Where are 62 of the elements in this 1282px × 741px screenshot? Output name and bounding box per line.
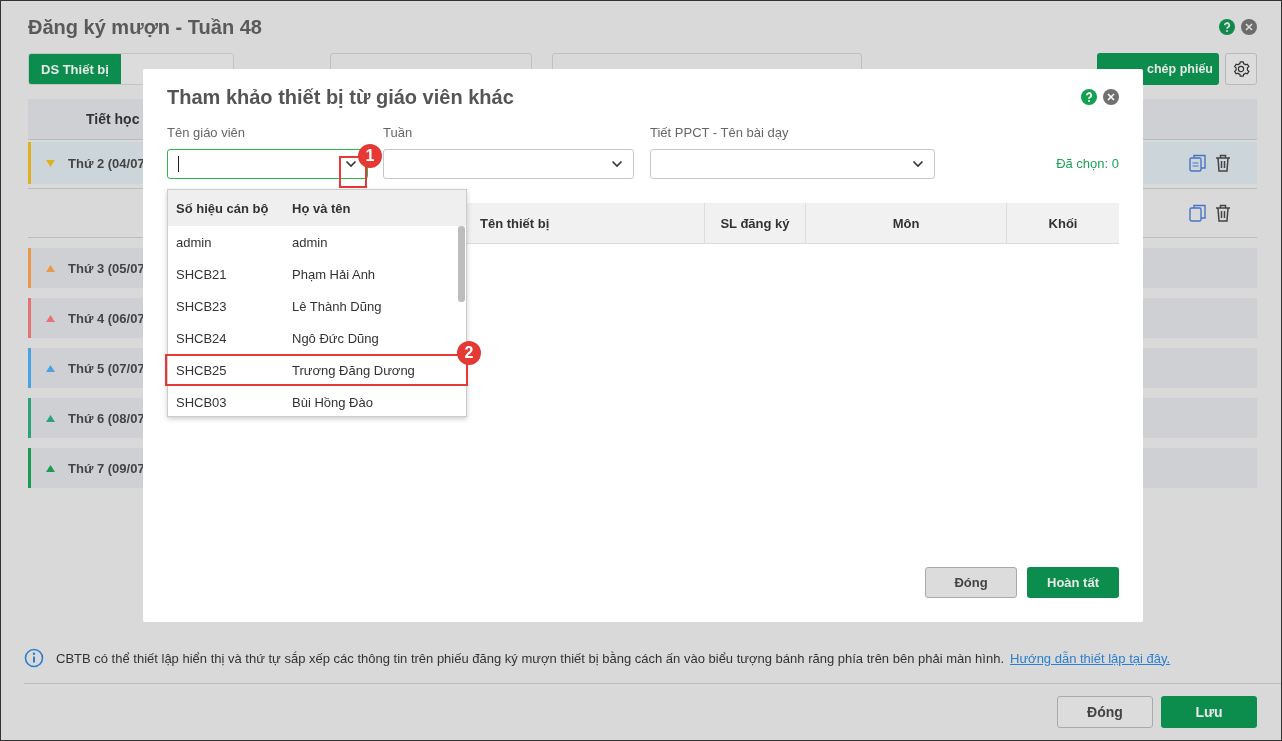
column-header: Khối xyxy=(1047,214,1079,233)
day-label: Thứ 4 (06/07 xyxy=(68,310,145,326)
trash-icon[interactable] xyxy=(1215,154,1231,172)
day-label: Thứ 3 (05/07 xyxy=(68,260,145,276)
list-item[interactable]: SHCB03 Bùi Hồng Đào xyxy=(168,386,466,418)
gear-icon xyxy=(1232,60,1250,78)
help-icon[interactable] xyxy=(1219,19,1235,35)
dialog-title: Tham khảo thiết bị từ giáo viên khác xyxy=(167,85,515,109)
selected-count: Đã chọn: 0 xyxy=(1056,155,1119,173)
select-field[interactable] xyxy=(650,149,935,179)
staff-name: Ngô Đức Dũng xyxy=(292,330,379,346)
day-label: Thứ 2 (04/07 xyxy=(68,155,145,171)
expand-icon[interactable] xyxy=(46,364,55,372)
column-header: Môn xyxy=(806,203,1007,243)
field-label: Tiết PPCT - Tên bài dạy xyxy=(650,125,790,140)
staff-name: Trương Đăng Dương xyxy=(292,362,415,378)
chevron-down-icon xyxy=(611,160,623,168)
day-label: Thứ 5 (07/07 xyxy=(68,360,145,376)
staff-name: Lê Thành Dũng xyxy=(292,298,382,314)
scrollbar[interactable] xyxy=(458,226,465,302)
select-field[interactable] xyxy=(383,149,634,179)
info-icon xyxy=(24,648,44,668)
column-header: SL đăng ký xyxy=(705,203,806,243)
field-label: Tuần xyxy=(383,125,414,140)
help-icon[interactable] xyxy=(1081,89,1097,105)
list-item[interactable]: SHCB21 Phạm Hải Anh xyxy=(168,258,466,290)
column-header: Họ và tên xyxy=(292,200,351,216)
close-icon[interactable] xyxy=(1241,19,1257,35)
expand-icon[interactable] xyxy=(46,314,55,322)
trash-icon[interactable] xyxy=(1215,204,1231,222)
staff-code: SHCB25 xyxy=(175,362,228,378)
staff-code: SHCB03 xyxy=(175,394,228,410)
step-badge: 1 xyxy=(358,144,382,168)
staff-code: SHCB24 xyxy=(175,330,228,346)
staff-name: Bùi Hồng Đào xyxy=(292,394,373,410)
settings-button[interactable] xyxy=(1225,53,1257,85)
list-item[interactable]: SHCB23 Lê Thành Dũng xyxy=(168,290,466,322)
staff-name: admin xyxy=(292,234,328,250)
step-badge: 2 xyxy=(457,341,481,365)
chevron-down-icon xyxy=(345,160,357,168)
copy-icon[interactable] xyxy=(1189,154,1207,172)
chevron-down-icon xyxy=(912,160,924,168)
staff-code: SHCB23 xyxy=(175,298,228,314)
expand-icon[interactable] xyxy=(46,464,55,472)
list-item[interactable]: admin admin xyxy=(168,226,466,258)
staff-code: SHCB21 xyxy=(175,266,228,282)
close-button[interactable]: Đóng xyxy=(1057,696,1153,728)
done-button[interactable]: Hoàn tất xyxy=(1027,567,1119,598)
field-label: Tên giáo viên xyxy=(167,125,247,140)
close-icon[interactable] xyxy=(1103,89,1119,105)
staff-code: admin xyxy=(175,234,213,250)
column-header: Số hiệu cán bộ xyxy=(175,200,270,216)
day-label: Thứ 7 (09/07 xyxy=(68,460,145,476)
page-title: Đăng ký mượn - Tuần 48 xyxy=(28,15,263,39)
close-button[interactable]: Đóng xyxy=(925,567,1017,598)
day-label: Thứ 6 (08/07 xyxy=(68,410,145,426)
expand-icon[interactable] xyxy=(46,414,55,422)
info-text: CBTB có thể thiết lập hiển thị và thứ tự sắp xếp các thông tin trên phiếu đăng ký mượn thiết bị bằng cách ấn vào biểu tượng bánh răng phía trên bên phải màn hình. xyxy=(56,650,1004,666)
copy-icon[interactable] xyxy=(1189,204,1207,222)
staff-name: Phạm Hải Anh xyxy=(292,266,376,282)
select-field[interactable] xyxy=(167,149,368,179)
column-header: Tiết học xyxy=(86,111,140,127)
